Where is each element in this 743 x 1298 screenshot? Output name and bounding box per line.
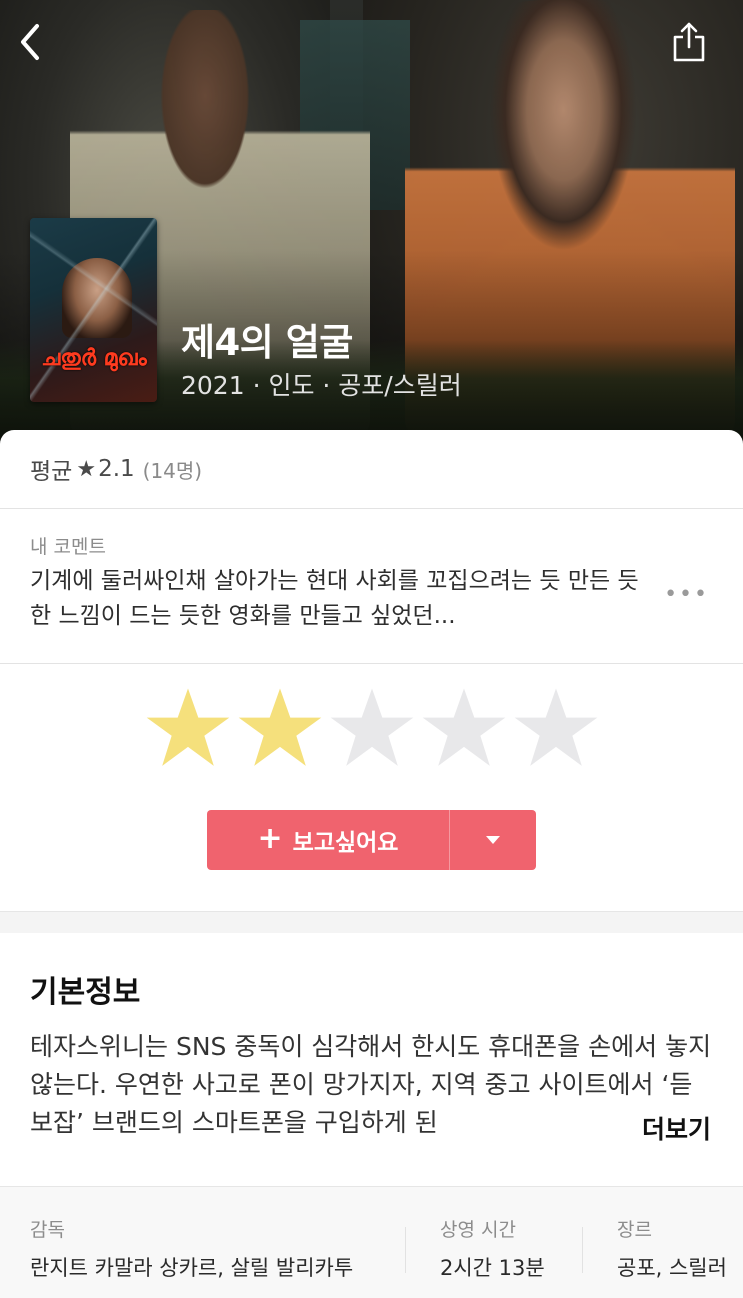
back-button[interactable]: [6, 18, 54, 66]
credit-separator: [405, 1227, 406, 1273]
plus-icon: +: [257, 821, 283, 856]
credit-key: 장르: [617, 1219, 652, 1241]
description-fade: [470, 1106, 630, 1146]
chevron-left-icon: [21, 24, 39, 60]
rating-star-icon[interactable]: [513, 685, 599, 771]
section-divider: [0, 911, 743, 933]
share-button[interactable]: [665, 18, 713, 66]
more-horizontal-icon[interactable]: •••: [664, 582, 709, 607]
credit-genre: 장르 공포, 스릴러: [617, 1215, 727, 1282]
poster-crack-overlay: [30, 218, 157, 402]
my-comment[interactable]: 내 코멘트 기계에 둘러싸인채 살아가는 현대 사회를 꼬집으려는 듯 만든 듯…: [0, 510, 743, 664]
average-rating-row: 평균 ★ 2.1 (14명): [0, 430, 743, 509]
wishlist-add-button[interactable]: + 보고싶어요: [207, 810, 449, 870]
more-link[interactable]: 더보기: [635, 1110, 711, 1146]
credit-separator: [582, 1227, 583, 1273]
rating-star-icon[interactable]: [421, 685, 507, 771]
credit-key: 감독: [30, 1219, 65, 1241]
credit-value: 2시간 13분: [440, 1256, 545, 1280]
credit-director: 감독 란지트 카말라 상카르, 살릴 발리카투: [30, 1215, 353, 1282]
rating-star-icon[interactable]: [237, 685, 323, 771]
caret-down-icon: [486, 836, 500, 844]
credit-value: 공포, 스릴러: [617, 1256, 727, 1280]
wishlist-dropdown-button[interactable]: [450, 810, 536, 870]
rating-star-icon[interactable]: [145, 685, 231, 771]
rating-star-icon[interactable]: [329, 685, 415, 771]
credits-bar[interactable]: 감독 란지트 카말라 상카르, 살릴 발리카투 상영 시간 2시간 13분 장르…: [0, 1186, 743, 1298]
share-icon: [673, 22, 705, 62]
credit-key: 상영 시간: [440, 1219, 516, 1241]
poster-title: ചതുർ മുഖം: [41, 345, 147, 371]
credit-runtime: 상영 시간 2시간 13분: [440, 1215, 545, 1282]
average-value: 2.1: [98, 456, 135, 482]
my-comment-label: 내 코멘트: [30, 536, 106, 558]
movie-meta: 2021 · 인도 · 공포/스릴러: [181, 371, 462, 400]
my-comment-text: 기계에 둘러싸인채 살아가는 현대 사회를 꼬집으려는 듯 만든 듯한 느낌이 …: [30, 568, 639, 629]
credit-value: 란지트 카말라 상카르, 살릴 발리카투: [30, 1256, 354, 1280]
content-sheet: 평균 ★ 2.1 (14명) 내 코멘트 기계에 둘러싸인채 살아가는 현대 사…: [0, 430, 743, 1298]
wishlist-button[interactable]: + 보고싶어요: [207, 810, 536, 870]
basic-info-title: 기본정보: [30, 975, 141, 1010]
movie-title: 제4의 얼굴: [181, 321, 353, 364]
movie-poster[interactable]: ചതുർ മുഖം: [30, 218, 157, 402]
my-rating-stars[interactable]: [0, 685, 743, 785]
rating-count: (14명): [142, 458, 203, 483]
star-icon: ★: [76, 456, 97, 482]
hero-backdrop: ചതുർ മുഖം 제4의 얼굴 2021 · 인도 · 공포/스릴러: [0, 0, 743, 445]
wishlist-label: 보고싶어요: [292, 830, 399, 856]
average-label: 평균: [30, 459, 73, 485]
